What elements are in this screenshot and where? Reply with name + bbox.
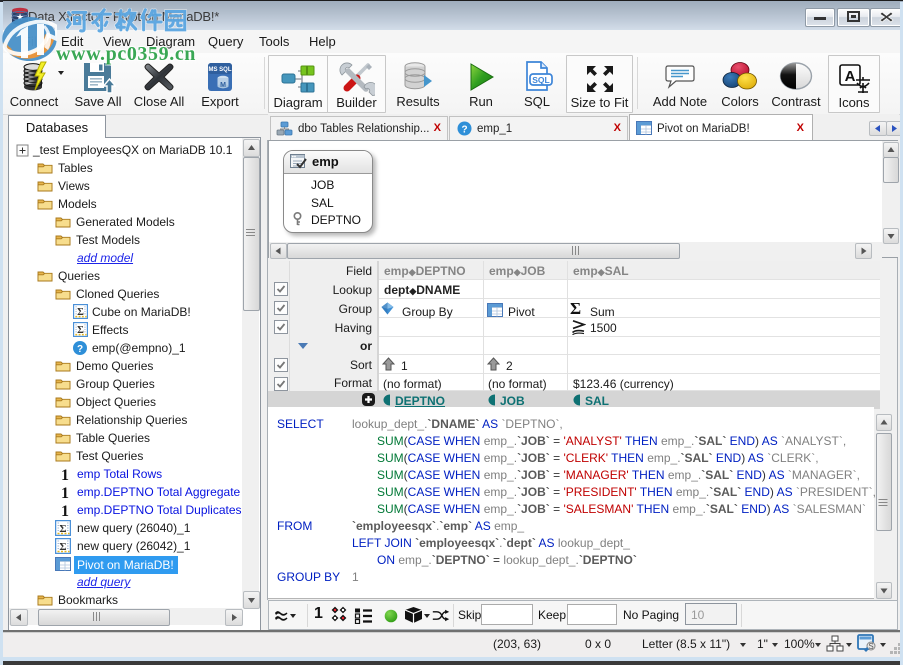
svg-text:?: ? bbox=[461, 125, 467, 136]
svg-text:S: S bbox=[868, 642, 873, 651]
svg-text:A: A bbox=[845, 68, 856, 85]
svg-text:MS SQL: MS SQL bbox=[208, 67, 231, 73]
svg-text:M: M bbox=[220, 82, 226, 89]
svg-text:SQL: SQL bbox=[532, 75, 549, 85]
